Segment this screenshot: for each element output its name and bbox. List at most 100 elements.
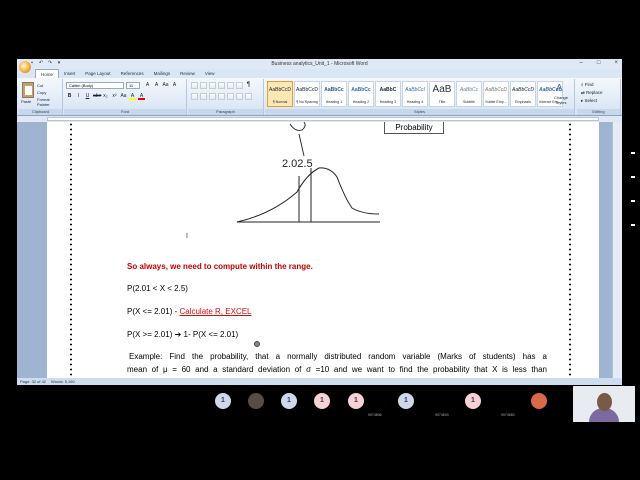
cut-button[interactable]: Cut	[37, 83, 43, 88]
text-cursor: I	[186, 233, 188, 240]
style-title[interactable]: AaB Title	[429, 81, 455, 107]
bell-curve	[236, 167, 380, 223]
word-count: Words: 5,160	[51, 379, 75, 384]
tab-review[interactable]: Review	[175, 69, 200, 78]
participant-avatar[interactable]: 1	[281, 393, 297, 409]
replace-button[interactable]: ⇄ Replace	[581, 90, 603, 96]
font-size-combobox[interactable]: 11	[126, 82, 140, 89]
participant-label: 9074806	[368, 413, 382, 417]
shading-icon[interactable]	[236, 93, 243, 100]
participant-avatar[interactable]	[531, 393, 547, 409]
underline-button[interactable]: U	[84, 93, 91, 100]
participant-avatar[interactable]: 1	[398, 393, 414, 409]
increase-indent-icon[interactable]	[227, 82, 234, 89]
text-effects-button[interactable]: Aa	[120, 93, 127, 100]
strikethrough-button[interactable]: abe	[93, 93, 101, 100]
clear-formatting-button[interactable]: A	[171, 82, 178, 89]
side-toolbar-item[interactable]	[631, 176, 635, 178]
sort-icon[interactable]	[236, 82, 243, 89]
style-heading-3[interactable]: AaBbC Heading 3	[375, 81, 401, 107]
format-painter-button[interactable]: Format Painter	[37, 97, 62, 107]
multilevel-list-icon[interactable]	[209, 82, 216, 89]
style-subtle-emphasis[interactable]: AaBbCcDdSubtle Emp...	[483, 81, 509, 107]
justify-icon[interactable]	[218, 93, 225, 100]
minimize-button[interactable]: –	[580, 60, 583, 66]
style-heading-1[interactable]: AaBbCc Heading 1	[321, 81, 347, 107]
curve-annotation: 2.02.5	[282, 158, 313, 170]
clipboard-group: Paste Cut Copy Format Painter Clipboard	[19, 79, 63, 115]
mouse-pointer-icon	[254, 341, 260, 347]
participant-avatar[interactable]	[248, 393, 264, 409]
participant-avatar[interactable]: 1	[215, 393, 231, 409]
tab-insert[interactable]: Insert	[59, 69, 80, 78]
grow-font-button[interactable]: A	[144, 82, 151, 89]
styles-group: AaBbCcDd¶ Normal AaBbCcDd¶ No Spacing Aa…	[265, 79, 575, 115]
tab-mailings[interactable]: Mailings	[149, 69, 176, 78]
tab-view[interactable]: View	[200, 69, 220, 78]
maximize-button[interactable]: □	[597, 60, 601, 66]
select-button[interactable]: ▸ Select	[581, 98, 597, 104]
editing-group-label: Editing	[577, 109, 620, 115]
side-toolbar-item[interactable]	[631, 200, 635, 202]
window-title: Business analytics_Unit_1 - Microsoft Wo…	[271, 61, 368, 67]
side-toolbar-item[interactable]	[631, 224, 635, 226]
status-bar: Page: 32 of 42 Words: 5,160	[17, 378, 622, 385]
tab-references[interactable]: References	[116, 69, 149, 78]
participant-avatar[interactable]: 1	[348, 393, 364, 409]
align-center-icon[interactable]	[200, 93, 207, 100]
style-heading-2[interactable]: AaBbCc Heading 2	[348, 81, 374, 107]
style-normal[interactable]: AaBbCcDd¶ Normal	[267, 81, 293, 107]
normal-curve-drawing: 2.02.5	[236, 122, 380, 223]
align-right-icon[interactable]	[209, 93, 216, 100]
font-group: Calibri (Body) 11 A A Aa A B I U abe x₂ …	[64, 79, 187, 115]
paste-button[interactable]: Paste	[21, 99, 31, 104]
vertical-scrollbar[interactable]	[612, 122, 622, 378]
line-spacing-icon[interactable]	[227, 93, 234, 100]
style-heading-4[interactable]: AaBbCcI Heading 4	[402, 81, 428, 107]
ruler-track	[47, 117, 599, 121]
close-button[interactable]: ×	[614, 60, 618, 66]
styles-gallery: AaBbCcDd¶ Normal AaBbCcDd¶ No Spacing Aa…	[267, 81, 563, 107]
find-button[interactable]: ⌕ Find	[581, 82, 594, 87]
shrink-font-button[interactable]: A	[153, 82, 160, 89]
title-bar: ▪ ↶ ↷ ▾ Business analytics_Unit_1 - Micr…	[17, 59, 622, 69]
paragraph-group: ¶ Paragraph	[188, 79, 264, 115]
curve-pointer-line	[298, 133, 305, 157]
probability-line-3: P(X >= 2.01) ➔ 1- P(X <= 2.01)	[127, 330, 239, 339]
clipboard-group-label: Clipboard	[19, 109, 62, 115]
bold-button[interactable]: B	[66, 93, 73, 100]
italic-button[interactable]: I	[75, 93, 82, 100]
styles-group-label: Styles	[265, 109, 574, 115]
font-color-button[interactable]: A	[138, 93, 145, 100]
word-window: ▪ ↶ ↷ ▾ Business analytics_Unit_1 - Micr…	[17, 59, 622, 385]
borders-icon[interactable]	[245, 93, 252, 100]
side-toolbar-item[interactable]	[631, 152, 635, 154]
page-count: Page: 32 of 42	[20, 379, 47, 384]
office-button[interactable]	[19, 61, 31, 73]
superscript-button[interactable]: x²	[111, 93, 118, 100]
page-border-left	[70, 122, 72, 378]
copy-button[interactable]: Copy	[37, 90, 46, 95]
document-page[interactable]: Probability 2.02.5 I So always, we need …	[47, 122, 599, 378]
subscript-button[interactable]: x₂	[102, 93, 109, 100]
show-marks-icon[interactable]: ¶	[245, 82, 252, 89]
bullets-icon[interactable]	[191, 82, 198, 89]
self-video-tile[interactable]	[573, 386, 635, 422]
paste-icon[interactable]	[22, 82, 34, 98]
participant-avatar[interactable]: 1	[314, 393, 330, 409]
decrease-indent-icon[interactable]	[218, 82, 225, 89]
ribbon: Paste Cut Copy Format Painter Clipboard …	[17, 78, 622, 116]
font-name-combobox[interactable]: Calibri (Body)	[66, 82, 124, 89]
style-subtitle[interactable]: AaBbCc Subtitle	[456, 81, 482, 107]
numbering-icon[interactable]	[200, 82, 207, 89]
participant-avatar[interactable]: 1	[465, 393, 481, 409]
change-styles-icon: A	[556, 83, 563, 94]
highlight-button[interactable]: A	[129, 93, 136, 100]
tab-page-layout[interactable]: Page Layout	[80, 69, 115, 78]
style-emphasis[interactable]: AaBbCcDdEmphasis	[510, 81, 536, 107]
style-no-spacing[interactable]: AaBbCcDd¶ No Spacing	[294, 81, 320, 107]
change-styles-button[interactable]: A Change Styles	[550, 81, 572, 107]
align-left-icon[interactable]	[191, 93, 198, 100]
tab-home[interactable]: Home	[35, 69, 60, 78]
change-case-button[interactable]: Aa	[162, 82, 169, 89]
